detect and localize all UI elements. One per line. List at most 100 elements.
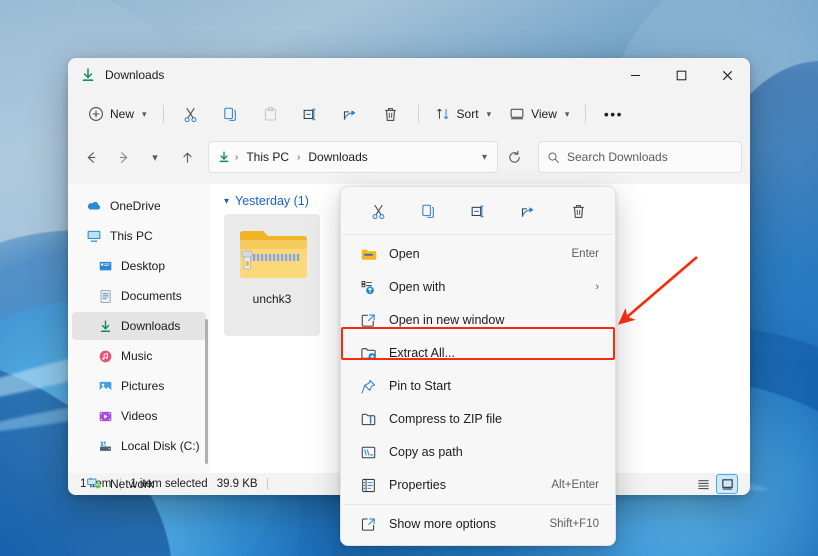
pin-icon — [359, 377, 377, 395]
context-menu-item-compress-to-zip[interactable]: Compress to ZIP file — [345, 403, 611, 435]
minimize-button[interactable] — [612, 58, 658, 92]
sidebar-item-network[interactable]: Network — [72, 470, 206, 495]
context-menu-item-label: Copy as path — [389, 445, 463, 459]
context-menu: Open Enter Open with › Open in new windo… — [340, 186, 616, 546]
show-more-icon — [359, 515, 377, 533]
context-menu-item-label: Compress to ZIP file — [389, 412, 503, 426]
context-menu-divider — [343, 504, 613, 505]
refresh-button[interactable] — [500, 143, 528, 171]
recent-locations-button[interactable]: ▾ — [140, 142, 170, 172]
forward-button[interactable] — [108, 142, 138, 172]
sidebar-item-videos[interactable]: Videos — [72, 402, 206, 430]
sidebar-item-label: Downloads — [121, 319, 181, 333]
chevron-down-icon: ▾ — [486, 108, 492, 119]
sidebar-item-pictures[interactable]: Pictures — [72, 372, 206, 400]
submenu-arrow-icon: › — [595, 281, 599, 293]
sidebar-item-local-disk[interactable]: Local Disk (C:) — [72, 432, 206, 460]
back-button[interactable] — [76, 142, 106, 172]
downloads-arrow-icon — [80, 67, 96, 83]
context-menu-item-accel: Shift+F10 — [549, 518, 599, 530]
navigation-pane: OneDrive This PC Desktop Documents Downl… — [68, 184, 210, 491]
list-view-button[interactable] — [693, 475, 713, 493]
sidebar-item-label: Network — [110, 477, 155, 491]
up-button[interactable] — [172, 142, 202, 172]
folder-open-icon — [359, 245, 377, 263]
command-toolbar: New ▾ Sort ▾ View ▾ ••• — [68, 92, 750, 136]
more-options-button[interactable]: ••• — [594, 98, 632, 130]
cut-icon — [184, 107, 197, 122]
sidebar-item-music[interactable]: Music — [72, 342, 206, 370]
address-bar[interactable]: › This PC › Downloads ▾ — [208, 141, 498, 173]
rename-icon — [471, 205, 483, 217]
context-menu-item-properties[interactable]: Properties Alt+Enter — [345, 469, 611, 501]
paste-button — [252, 98, 290, 130]
breadcrumb-downloads[interactable]: Downloads — [304, 148, 371, 166]
plus-circle-icon — [89, 107, 103, 121]
context-menu-item-copy-as-path[interactable]: Copy as path — [345, 436, 611, 468]
context-menu-item-label: Open with — [389, 280, 446, 294]
context-menu-item-label: Properties — [389, 478, 446, 492]
file-tile[interactable]: unchk3 — [224, 214, 320, 336]
address-dropdown-icon[interactable]: ▾ — [482, 152, 491, 163]
breadcrumb-this-pc[interactable]: This PC — [242, 148, 293, 166]
rename-button[interactable] — [292, 98, 330, 130]
chevron-down-icon[interactable]: ▾ — [224, 196, 229, 207]
new-button[interactable]: New ▾ — [80, 98, 155, 130]
rename-button[interactable] — [462, 196, 494, 226]
thispc-icon — [86, 228, 102, 244]
window-title: Downloads — [105, 68, 165, 82]
sidebar-item-label: Desktop — [121, 259, 166, 273]
view-toggle-group — [693, 474, 738, 494]
status-divider — [266, 478, 268, 490]
context-menu-item-label: Pin to Start — [389, 379, 451, 393]
zip-folder-icon — [236, 224, 308, 286]
delete-button[interactable] — [562, 196, 594, 226]
sidebar-item-downloads[interactable]: Downloads — [72, 312, 206, 340]
drive-icon — [98, 439, 113, 454]
context-menu-item-accel: Alt+Enter — [551, 479, 599, 491]
videos-icon — [98, 409, 113, 424]
cut-button[interactable] — [172, 98, 210, 130]
sidebar-item-documents[interactable]: Documents — [72, 282, 206, 310]
chevron-down-icon: ▾ — [142, 108, 147, 119]
desktop-icon — [98, 259, 113, 274]
tile-view-button[interactable] — [716, 474, 738, 494]
context-menu-item-open-in-new-window[interactable]: Open in new window — [345, 304, 611, 336]
sort-button[interactable]: Sort ▾ — [427, 98, 500, 130]
search-box[interactable]: Search Downloads — [538, 141, 742, 173]
delete-icon — [385, 107, 396, 121]
share-button[interactable] — [512, 196, 544, 226]
context-menu-item-label: Show more options — [389, 517, 497, 531]
copy-path-icon — [359, 443, 377, 461]
close-button[interactable] — [704, 58, 750, 92]
share-button[interactable] — [332, 98, 370, 130]
paste-icon — [264, 106, 276, 120]
context-menu-item-pin-to-start[interactable]: Pin to Start — [345, 370, 611, 402]
cut-button[interactable] — [362, 196, 394, 226]
sort-button-label: Sort — [456, 107, 479, 121]
sidebar-item-this-pc[interactable]: This PC — [72, 222, 206, 250]
sidebar-item-desktop[interactable]: Desktop — [72, 252, 206, 280]
view-icon — [510, 108, 524, 120]
search-icon — [547, 151, 560, 164]
context-menu-item-show-more-options[interactable]: Show more options Shift+F10 — [345, 508, 611, 540]
file-group-label: Yesterday (1) — [235, 194, 309, 208]
chevron-down-icon: ▾ — [564, 108, 570, 119]
sidebar-scrollbar-thumb[interactable] — [205, 319, 208, 464]
context-menu-item-open-with[interactable]: Open with › — [345, 271, 611, 303]
context-menu-item-extract-all[interactable]: Extract All... — [345, 337, 611, 369]
maximize-button[interactable] — [658, 58, 704, 92]
window-controls — [612, 58, 750, 92]
context-menu-item-open[interactable]: Open Enter — [345, 238, 611, 270]
copy-button[interactable] — [412, 196, 444, 226]
sidebar-item-label: Documents — [121, 289, 182, 303]
cut-icon — [372, 204, 384, 219]
copy-button[interactable] — [212, 98, 250, 130]
view-button[interactable]: View ▾ — [501, 98, 577, 130]
sidebar-item-onedrive[interactable]: OneDrive — [72, 192, 206, 220]
toolbar-divider — [585, 105, 587, 123]
address-row: ▾ › This PC › Downloads ▾ Search Downloa… — [68, 136, 750, 184]
sidebar-item-label: This PC — [110, 229, 153, 243]
extract-all-icon — [359, 344, 377, 362]
delete-button[interactable] — [372, 98, 410, 130]
